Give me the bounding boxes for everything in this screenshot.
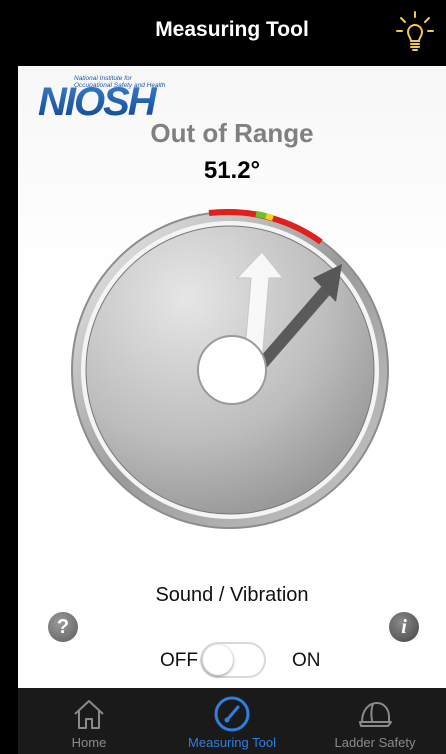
tab-bar: Home Measuring Tool Ladder Safety — [18, 688, 446, 754]
tab-measuring-tool[interactable]: Measuring Tool — [161, 688, 303, 754]
angle-dial — [66, 206, 394, 534]
range-status: Out of Range — [150, 118, 314, 148]
tab-home[interactable]: Home — [18, 688, 160, 754]
tab-ladder-safety[interactable]: Ladder Safety — [304, 688, 446, 754]
house-icon — [69, 694, 109, 734]
page-title: Measuring Tool — [155, 18, 309, 41]
hard-hat-icon — [355, 694, 395, 734]
lightbulb-icon[interactable] — [396, 10, 434, 54]
angle-readout: 51.2° — [203, 157, 261, 184]
tab-home-label: Home — [71, 735, 107, 750]
main-content: National Institute for Occupational Safe… — [18, 66, 446, 688]
toggle-knob — [203, 645, 233, 675]
question-mark-icon[interactable]: ? — [48, 612, 78, 642]
svg-text:NIOSH: NIOSH — [38, 80, 158, 120]
info-icon[interactable]: i — [389, 612, 419, 642]
sound-vibration-toggle[interactable] — [200, 642, 266, 678]
range-arc-yellow — [265, 213, 274, 221]
sound-vibration-label: Sound / Vibration — [155, 584, 309, 606]
toggle-on-label: ON — [292, 650, 321, 671]
tab-measuring-tool-label: Measuring Tool — [188, 735, 276, 750]
sound-toggle-row: OFF ON — [18, 642, 446, 682]
gauge-icon — [212, 694, 252, 734]
toggle-off-label: OFF — [160, 650, 198, 671]
tab-ladder-safety-label: Ladder Safety — [334, 735, 416, 750]
range-arc-left-red — [208, 208, 231, 216]
navigation-bar: Measuring Tool — [18, 0, 446, 66]
range-arc-green — [255, 211, 267, 219]
niosh-logo: National Institute for Occupational Safe… — [36, 70, 206, 124]
app-screen: Measuring Tool National Institute for Oc… — [18, 0, 446, 754]
